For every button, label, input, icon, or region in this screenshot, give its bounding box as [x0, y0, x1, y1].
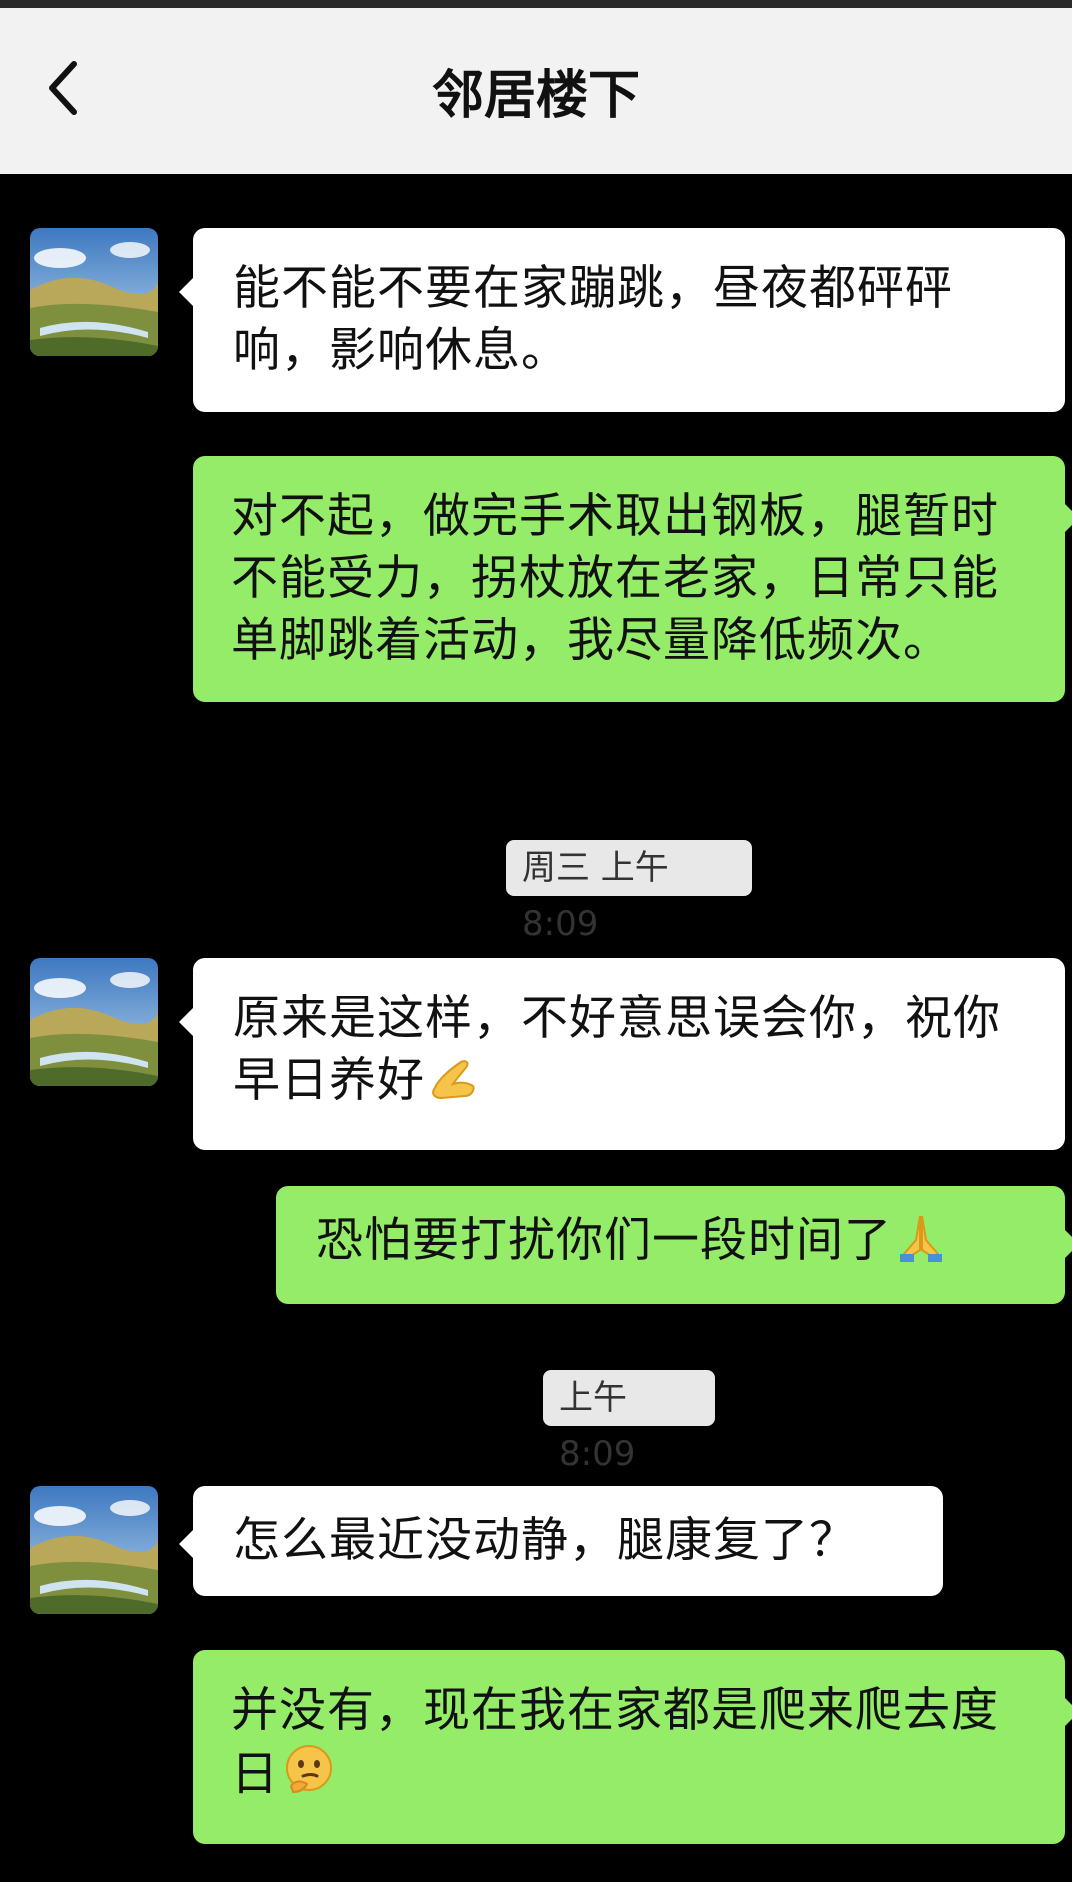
folded-hands-icon [894, 1210, 948, 1280]
message-text: 恐怕要打扰你们一段时间了 [316, 1213, 892, 1268]
message-bubble-incoming[interactable]: 能不能不要在家蹦跳，昼夜都砰砰响，影响休息。 [179, 228, 1065, 412]
message-text: 对不起，做完手术取出钢板，腿暂时不能受力，拐杖放在老家，日常只能单脚跳着活动，我… [231, 489, 999, 668]
timestamp-label: 周三 上午8:09 [506, 840, 752, 944]
bubble-tail [1065, 1698, 1072, 1726]
message-bubble-outgoing[interactable]: 并没有，现在我在家都是爬来爬去度日 [193, 1650, 1072, 1844]
landscape-avatar-image [30, 228, 158, 356]
contact-avatar[interactable] [30, 958, 158, 1086]
landscape-avatar-image [30, 1486, 158, 1614]
message-bubble-incoming[interactable]: 原来是这样，不好意思误会你，祝你早日养好 [179, 958, 1065, 1150]
chat-screen: 邻居楼下 能不能不要在家蹦跳，昼夜都砰砰响，影响休息。 对不起，做完手术取出钢板… [0, 0, 1072, 1882]
contact-avatar[interactable] [30, 1486, 158, 1614]
message-text: 原来是这样，不好意思误会你，祝你早日养好 [233, 991, 1001, 1108]
bubble-tail [1065, 504, 1072, 532]
bubble-tail [179, 278, 193, 306]
bubble-tail [179, 1530, 193, 1558]
bubble-tail [1065, 1230, 1072, 1258]
chat-header: 邻居楼下 [0, 8, 1072, 174]
contact-avatar[interactable] [30, 228, 158, 356]
bubble-tail [179, 1008, 193, 1036]
status-strip [0, 0, 1072, 8]
chat-title: 邻居楼下 [431, 66, 640, 126]
ok-hand-icon [427, 1052, 479, 1120]
timestamp-label: 上午8:09 [543, 1370, 715, 1474]
thinking-face-icon [281, 1742, 337, 1814]
landscape-avatar-image [30, 958, 158, 1086]
message-text: 怎么最近没动静，腿康复了？ [233, 1513, 857, 1568]
message-bubble-outgoing[interactable]: 恐怕要打扰你们一段时间了 [276, 1186, 1072, 1304]
message-text: 能不能不要在家蹦跳，昼夜都砰砰响，影响休息。 [233, 261, 953, 378]
message-bubble-incoming[interactable]: 怎么最近没动静，腿康复了？ [179, 1486, 943, 1596]
message-text: 并没有，现在我在家都是爬来爬去度日 [231, 1683, 999, 1802]
message-bubble-outgoing[interactable]: 对不起，做完手术取出钢板，腿暂时不能受力，拐杖放在老家，日常只能单脚跳着活动，我… [193, 456, 1072, 702]
